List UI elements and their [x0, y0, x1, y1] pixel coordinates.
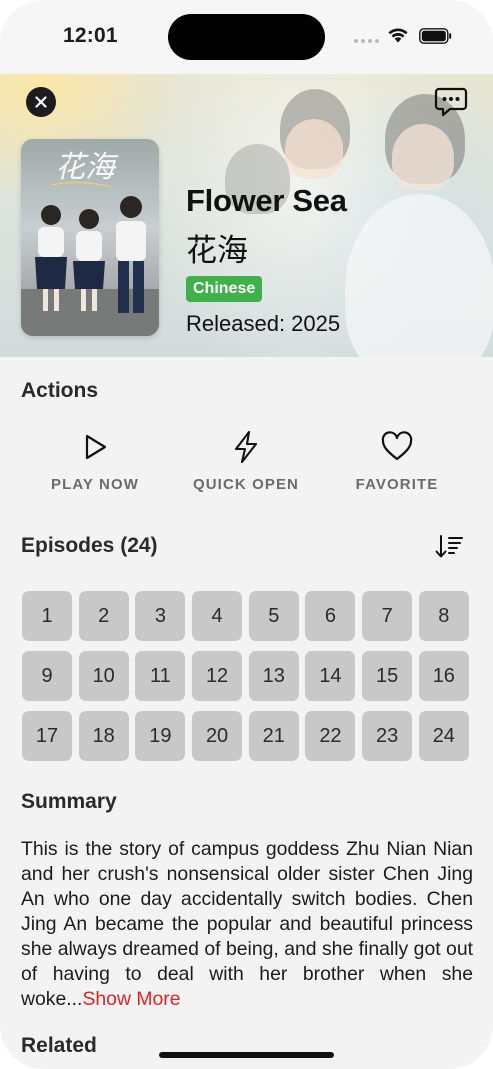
episode-button[interactable]: 1 — [22, 591, 72, 641]
quick-open-label: QUICK OPEN — [192, 476, 299, 493]
episode-button[interactable]: 6 — [305, 591, 356, 641]
summary-body: This is the story of campus goddess Zhu … — [21, 838, 473, 1010]
summary-text: This is the story of campus goddess Zhu … — [21, 837, 473, 1012]
close-button[interactable] — [26, 87, 56, 117]
battery-icon — [419, 28, 452, 44]
episode-button[interactable]: 4 — [192, 591, 243, 641]
status-bar: 12:01 — [0, 0, 493, 74]
language-badge: Chinese — [186, 276, 263, 302]
episode-button[interactable]: 13 — [248, 651, 299, 701]
phone-screen: 12:01 花海 Flower Sea 花海 Chinese Released:… — [0, 0, 493, 1069]
play-now-button[interactable]: PLAY NOW — [25, 430, 165, 493]
status-time: 12:01 — [63, 24, 118, 47]
actions-row: PLAY NOW QUICK OPEN FAVORITE — [0, 430, 493, 500]
episode-button[interactable]: 11 — [135, 651, 186, 701]
close-icon — [35, 96, 47, 108]
episode-button[interactable]: 3 — [135, 591, 186, 641]
episode-button[interactable]: 12 — [192, 651, 243, 701]
poster-image: 花海 — [21, 139, 159, 336]
episode-button[interactable]: 23 — [362, 711, 413, 761]
title-english: Flower Sea — [186, 183, 347, 218]
chat-bubble-icon[interactable] — [434, 86, 468, 118]
cellular-signal-icon — [354, 39, 379, 43]
episode-button[interactable]: 22 — [305, 711, 356, 761]
backdrop-figure — [345, 194, 493, 357]
heart-icon — [381, 431, 413, 461]
title-block: Flower Sea 花海 Chinese Released: 2025 — [186, 183, 347, 337]
episode-button[interactable]: 7 — [362, 591, 413, 641]
dynamic-island — [168, 14, 325, 60]
summary-heading: Summary — [21, 790, 117, 813]
episode-button[interactable]: 24 — [418, 711, 469, 761]
wifi-icon — [388, 28, 408, 43]
episode-button[interactable]: 9 — [22, 651, 72, 701]
release-year: Released: 2025 — [186, 311, 341, 336]
episode-button[interactable]: 8 — [418, 591, 469, 641]
episode-button[interactable]: 21 — [248, 711, 299, 761]
episode-button[interactable]: 19 — [135, 711, 186, 761]
home-indicator[interactable] — [159, 1052, 334, 1058]
favorite-label: FAVORITE — [355, 476, 439, 493]
play-now-label: PLAY NOW — [51, 476, 139, 493]
episodes-grid: 1 2 3 4 5 6 7 8 9 10 11 12 13 14 15 16 17 18 19 20 21 22 23 24 — [22, 591, 471, 761]
quick-open-button[interactable]: QUICK OPEN — [176, 430, 316, 493]
episode-button[interactable]: 16 — [418, 651, 469, 701]
episode-button[interactable]: 15 — [362, 651, 413, 701]
episode-button[interactable]: 2 — [78, 591, 129, 641]
episode-button[interactable]: 20 — [192, 711, 243, 761]
favorite-button[interactable]: FAVORITE — [327, 430, 467, 493]
backdrop-figure — [285, 119, 343, 179]
episodes-heading: Episodes (24) — [21, 534, 158, 557]
episode-button[interactable]: 5 — [248, 591, 299, 641]
related-heading: Related — [21, 1034, 97, 1057]
title-chinese: 花海 — [186, 233, 248, 269]
episode-button[interactable]: 18 — [78, 711, 129, 761]
episode-button[interactable]: 14 — [305, 651, 356, 701]
lightning-icon — [234, 430, 258, 464]
poster-title-text: 花海 — [55, 150, 119, 185]
actions-heading: Actions — [21, 379, 99, 402]
episode-button[interactable]: 10 — [78, 651, 129, 701]
sort-icon[interactable] — [434, 533, 464, 561]
episode-button[interactable]: 17 — [22, 711, 72, 761]
play-icon — [85, 434, 107, 460]
show-more-link[interactable]: Show More — [82, 988, 180, 1010]
backdrop-figure — [392, 124, 454, 190]
